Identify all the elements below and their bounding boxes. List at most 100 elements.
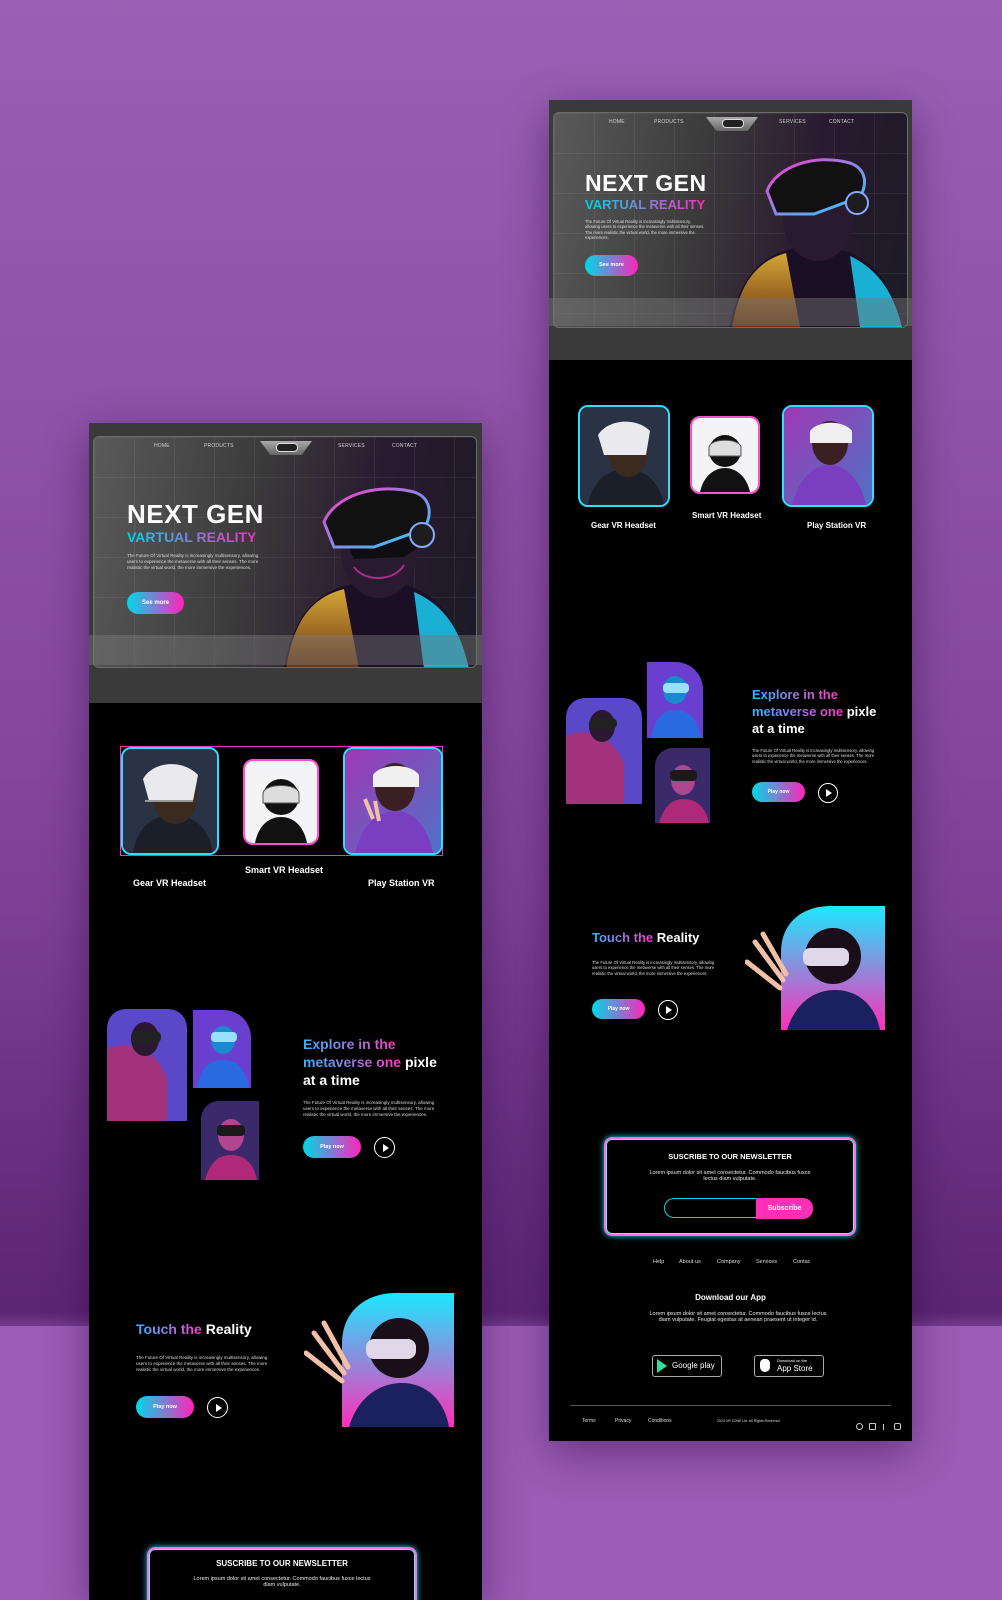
youtube-icon[interactable] bbox=[894, 1423, 902, 1430]
footer-conditions[interactable]: Conditions bbox=[648, 1418, 672, 1424]
nav-contact[interactable]: CONTACT bbox=[392, 443, 417, 449]
explore-video-play-icon-right[interactable] bbox=[818, 783, 838, 803]
explore-image-3-right bbox=[655, 748, 710, 823]
explore-heading-a-right: Explore in the bbox=[752, 687, 838, 702]
footer-divider bbox=[570, 1405, 891, 1406]
product-image-playstation-vr[interactable] bbox=[343, 747, 443, 855]
touch-description-right: The Future Of Virtual Reality is increas… bbox=[592, 960, 715, 976]
product-image-gear-vr[interactable] bbox=[121, 747, 219, 855]
hero-title: NEXT GEN bbox=[127, 499, 264, 529]
touch-play-button[interactable]: Play now bbox=[136, 1396, 194, 1418]
product-label-gear-vr: Gear VR Headset bbox=[133, 878, 207, 888]
explore-description: The Future Of Virtual Reality is increas… bbox=[303, 1100, 435, 1117]
newsletter-text: Lorem ipsum dolor sit amet consectetur. … bbox=[193, 1576, 371, 1588]
right-page-mockup: HOME PRODUCTS SERVICES CONTACT NEXT GEN … bbox=[549, 100, 912, 1441]
app-text: Lorem ipsum dolor sit amet consectetur. … bbox=[649, 1311, 827, 1323]
touch-heading-a-right: Touch the bbox=[592, 930, 654, 945]
see-more-button-right[interactable]: See more bbox=[585, 255, 638, 276]
hero-section: HOME PRODUCTS SERVICES CONTACT NEXT GEN … bbox=[89, 423, 482, 703]
footer-link-services[interactable]: Services bbox=[756, 1259, 777, 1265]
explore-image-2-right bbox=[647, 662, 703, 738]
google-play-badge[interactable]: Google play bbox=[652, 1355, 722, 1377]
google-play-icon bbox=[657, 1359, 667, 1373]
explore-image-1 bbox=[107, 1009, 187, 1121]
nav-contact-right[interactable]: CONTACT bbox=[829, 119, 854, 125]
footer-terms[interactable]: Terms bbox=[582, 1418, 596, 1424]
touch-heading: Touch the Reality bbox=[136, 1321, 252, 1337]
footer-privacy[interactable]: Privacy bbox=[615, 1418, 631, 1424]
newsletter-box-right: SUSCRIBE TO OUR NEWSLETTER Lorem ipsum d… bbox=[604, 1137, 856, 1236]
touch-heading-a: Touch the bbox=[136, 1321, 202, 1337]
touch-reality-image-right bbox=[745, 906, 885, 1030]
app-store-badge[interactable]: Download on the App Store bbox=[754, 1355, 824, 1377]
footer-link-contact[interactable]: Contac bbox=[793, 1259, 810, 1265]
product-label-smart-vr-right: Smart VR Headset bbox=[692, 511, 762, 520]
explore-play-button[interactable]: Play now bbox=[303, 1136, 361, 1158]
product-label-gear-vr-right: Gear VR Headset bbox=[591, 521, 656, 530]
explore-heading-c: pixle bbox=[404, 1054, 437, 1070]
product-image-smart-vr[interactable] bbox=[243, 759, 319, 845]
explore-description-right: The Future Of Virtual Reality is increas… bbox=[752, 748, 875, 764]
touch-heading-b-right: Reality bbox=[656, 930, 700, 945]
explore-heading-c-right: pixle bbox=[846, 704, 877, 719]
hero-card-right: HOME PRODUCTS SERVICES CONTACT NEXT GEN … bbox=[553, 112, 908, 328]
hero-bottom-bar bbox=[89, 635, 482, 665]
explore-video-play-icon[interactable] bbox=[374, 1137, 395, 1158]
nav-products[interactable]: PRODUCTS bbox=[204, 443, 234, 449]
footer-copyright: 2024 VR ZONE Ltd. All Rights Reserved bbox=[717, 1419, 780, 1423]
explore-heading: Explore in the metaverse one pixle at a … bbox=[303, 1035, 473, 1089]
nav-services-right[interactable]: SERVICES bbox=[779, 119, 806, 125]
newsletter-box: SUSCRIBE TO OUR NEWSLETTER Lorem ipsum d… bbox=[147, 1547, 417, 1600]
twitter-icon[interactable] bbox=[869, 1423, 877, 1430]
top-nav-right: HOME PRODUCTS SERVICES CONTACT bbox=[554, 117, 907, 131]
explore-heading-d: at a time bbox=[303, 1072, 360, 1088]
instagram-icon[interactable] bbox=[856, 1423, 863, 1430]
touch-description: The Future Of Virtual Reality is increas… bbox=[136, 1355, 268, 1372]
product-label-smart-vr: Smart VR Headset bbox=[245, 865, 324, 875]
touch-play-button-right[interactable]: Play now bbox=[592, 999, 645, 1019]
product-image-smart-vr-right[interactable] bbox=[690, 416, 760, 494]
explore-heading-d-right: at a time bbox=[752, 721, 805, 736]
hero-subtitle: VARTUAL REALITY bbox=[127, 529, 257, 545]
newsletter-title-right: SUSCRIBE TO OUR NEWSLETTER bbox=[668, 1152, 792, 1161]
explore-heading-right: Explore in the metaverse one pixle at a … bbox=[752, 686, 912, 737]
app-title: Download our App bbox=[695, 1293, 766, 1302]
touch-reality-image bbox=[304, 1293, 454, 1427]
touch-heading-b: Reality bbox=[205, 1321, 252, 1337]
explore-heading-a: Explore in the bbox=[303, 1036, 396, 1052]
explore-play-button-right[interactable]: Play now bbox=[752, 782, 805, 802]
touch-video-play-icon[interactable] bbox=[207, 1397, 228, 1418]
product-image-playstation-vr-right[interactable] bbox=[782, 405, 874, 507]
product-image-gear-vr-right[interactable] bbox=[578, 405, 670, 507]
explore-image-2 bbox=[193, 1010, 251, 1088]
hero-bottom-bar-right bbox=[549, 298, 912, 326]
hero-description: The Future Of Virtual Reality is increas… bbox=[127, 553, 259, 570]
hero-section-right: HOME PRODUCTS SERVICES CONTACT NEXT GEN … bbox=[549, 100, 912, 360]
headset-logo[interactable] bbox=[260, 441, 312, 455]
hero-description-right: The Future Of Virtual Reality is increas… bbox=[585, 219, 705, 241]
newsletter-title: SUSCRIBE TO OUR NEWSLETTER bbox=[216, 1559, 348, 1568]
facebook-icon[interactable] bbox=[882, 1424, 888, 1430]
nav-services[interactable]: SERVICES bbox=[338, 443, 365, 449]
nav-products-right[interactable]: PRODUCTS bbox=[654, 119, 684, 125]
product-label-playstation-vr-right: Play Station VR bbox=[807, 521, 867, 530]
headset-logo-right[interactable] bbox=[706, 117, 758, 131]
see-more-button[interactable]: See more bbox=[127, 592, 184, 614]
explore-heading-b: metaverse one bbox=[303, 1054, 402, 1070]
subscribe-button[interactable]: Subscribe bbox=[756, 1198, 813, 1219]
hero-subtitle-right: VARTUAL REALITY bbox=[585, 197, 706, 212]
nav-home[interactable]: HOME bbox=[154, 443, 170, 449]
explore-image-1-right bbox=[566, 698, 642, 804]
newsletter-text-right: Lorem ipsum dolor sit amet consectetur. … bbox=[649, 1170, 811, 1182]
left-page-mockup: HOME PRODUCTS SERVICES CONTACT NEXT GEN … bbox=[89, 423, 482, 1600]
hero-card: HOME PRODUCTS SERVICES CONTACT NEXT GEN … bbox=[93, 436, 477, 668]
footer-link-help[interactable]: Help bbox=[653, 1259, 664, 1265]
footer-link-about[interactable]: About us bbox=[679, 1259, 701, 1265]
app-store-small-label: Download on the bbox=[777, 1358, 808, 1363]
nav-home-right[interactable]: HOME bbox=[609, 119, 625, 125]
touch-video-play-icon-right[interactable] bbox=[658, 1000, 678, 1020]
footer-link-company[interactable]: Company bbox=[717, 1259, 741, 1265]
google-play-label: Google play bbox=[672, 1361, 715, 1370]
social-icons bbox=[856, 1417, 902, 1435]
newsletter-email-input[interactable] bbox=[664, 1198, 757, 1218]
